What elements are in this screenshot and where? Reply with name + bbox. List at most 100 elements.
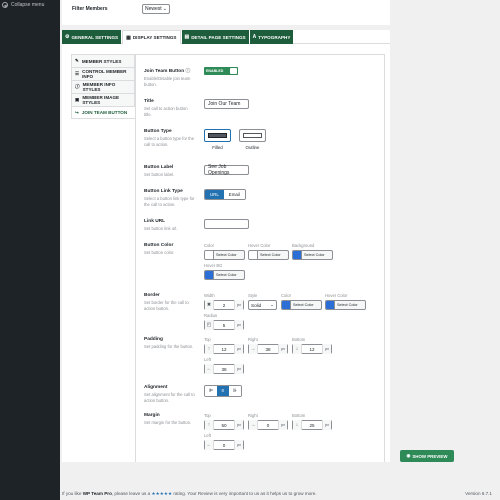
- unit: px: [234, 440, 243, 450]
- field-title: Margin: [144, 413, 160, 418]
- outline-preview: [239, 129, 266, 142]
- subnav-member-styles[interactable]: ✎ MEMBER STYLES: [71, 54, 135, 67]
- collapse-menu[interactable]: ◀ Collapse menu: [2, 2, 44, 8]
- sublabel: Top: [204, 413, 211, 418]
- border-radius-input[interactable]: ◰ 5 px: [204, 320, 244, 330]
- select-color-button[interactable]: Select Color: [281, 300, 322, 310]
- color-swatch: [326, 301, 335, 309]
- sublabel: Hover Color: [325, 293, 348, 298]
- join-team-settings: Join Team Button ⓘ Enable/Disable join t…: [135, 54, 385, 464]
- tab-detail-page-settings[interactable]: ▤ DETAIL PAGE SETTINGS: [181, 30, 249, 44]
- sublabel: Right: [248, 413, 258, 418]
- button-type-outline[interactable]: Outline: [239, 129, 266, 150]
- tab-label: DISPLAY SETTINGS: [132, 35, 177, 40]
- padding-right-input[interactable]: → 38 px: [248, 344, 288, 354]
- align-right-icon[interactable]: ⊪: [229, 386, 241, 396]
- subnav-join-team-button[interactable]: ↪ JOIN TEAM BUTTON: [71, 106, 135, 119]
- value: 0: [266, 422, 270, 428]
- link-type-url[interactable]: URL: [205, 190, 224, 199]
- subnav-control-member-info[interactable]: ☰ CONTROL MEMBER INFO: [71, 67, 135, 80]
- margin-top-input[interactable]: ↑ 50 px: [204, 420, 244, 430]
- field-title: Padding: [144, 337, 163, 342]
- sublabel: Left: [204, 433, 211, 438]
- rating-stars-link[interactable]: ★★★★★: [151, 491, 172, 496]
- tab-display-settings[interactable]: ▦ DISPLAY SETTINGS: [122, 30, 181, 44]
- unit: px: [322, 344, 331, 354]
- field-title-label: Title: [144, 99, 154, 104]
- footer-suffix: rating. Your Review is very important to…: [173, 491, 317, 496]
- select-color-button[interactable]: Select Color: [292, 250, 333, 260]
- border-width: Width ✖ 2 px: [204, 293, 245, 310]
- margin-right: Right → 0 px: [248, 413, 289, 430]
- sliders-icon: ☰: [75, 71, 80, 76]
- button-label-input[interactable]: See Job Openings: [204, 164, 249, 176]
- eye-icon: ◉: [406, 453, 411, 458]
- subnav-member-info-styles[interactable]: ⓘ MEMBER INFO STYLES: [71, 80, 135, 93]
- brush-icon: ✎: [75, 58, 79, 63]
- value: Solid: [251, 302, 262, 308]
- sublabel: Color: [281, 293, 292, 298]
- value: 12: [221, 346, 227, 352]
- title-input[interactable]: Join Our Team: [204, 99, 249, 109]
- color-swatch: [205, 271, 214, 279]
- toggle-label: ENABLED: [206, 69, 224, 73]
- field-desc: Set alignment for the call to action but…: [144, 392, 195, 403]
- color-picker-hover-bg: Hover BG Select Color: [204, 263, 245, 280]
- value: 2: [222, 302, 226, 308]
- value: 12: [309, 346, 315, 352]
- filter-members-select[interactable]: Newest ⌄: [142, 4, 170, 14]
- field-desc: Enable/Disable join team button.: [144, 76, 191, 87]
- filter-members-label: Filter Members: [72, 6, 108, 12]
- field-title: Button Color: [144, 243, 174, 248]
- padding-left-input[interactable]: ← 38 px: [204, 364, 244, 374]
- padding-top-input[interactable]: ↑ 12 px: [204, 344, 244, 354]
- unit: px: [322, 420, 331, 430]
- color-picker-color: Color Select Color: [204, 243, 245, 260]
- subnav-member-image-styles[interactable]: ▣ MEMBER IMAGE STYLES: [71, 93, 135, 106]
- margin-right-input[interactable]: → 0 px: [248, 420, 288, 430]
- link-url-input[interactable]: [204, 219, 249, 229]
- field-desc: Set button label.: [144, 172, 175, 177]
- link-type-email[interactable]: Email: [223, 190, 245, 199]
- value: 38: [221, 366, 227, 372]
- border-hover-color: Hover Color Select Color: [325, 293, 366, 310]
- border-color: Color Select Color: [281, 293, 322, 310]
- unit: px: [234, 344, 243, 354]
- margin-left-input[interactable]: ← 0 px: [204, 440, 244, 450]
- sublabel: Hover BG: [204, 263, 223, 268]
- margin-bottom-input[interactable]: ↓ 25 px: [292, 420, 332, 430]
- padding-bottom-input[interactable]: ↓ 12 px: [292, 344, 332, 354]
- value: 5: [222, 322, 226, 328]
- padding-left: Left ← 38 px: [204, 357, 374, 374]
- subnav-label: CONTROL MEMBER INFO: [82, 69, 127, 79]
- border-style-select[interactable]: Solid ⌄: [248, 300, 277, 310]
- padding-right: Right → 38 px: [248, 337, 289, 354]
- collapse-menu-label: Collapse menu: [11, 2, 45, 8]
- select-color-button[interactable]: Select Color: [248, 250, 289, 260]
- button-type-filled[interactable]: Filled: [204, 129, 231, 150]
- tab-typography[interactable]: A TYPOGRAPHY: [249, 30, 294, 44]
- margin-left: Left ← 0 px: [204, 433, 374, 450]
- subnav-label: JOIN TEAM BUTTON: [81, 110, 128, 115]
- arrow-left-icon: ←: [205, 364, 214, 374]
- help-icon[interactable]: ⓘ: [186, 69, 191, 74]
- margin-bottom: Bottom ↓ 25 px: [292, 413, 333, 430]
- sublabel: Radius: [204, 313, 218, 318]
- show-preview-button[interactable]: ◉ SHOW PREVIEW: [400, 450, 454, 462]
- filter-members-value: Newest: [145, 6, 162, 12]
- align-left-icon[interactable]: ⊫: [205, 386, 217, 396]
- select-color-label: Select Color: [260, 253, 281, 257]
- subnav-label: MEMBER INFO STYLES: [82, 82, 116, 92]
- show-preview-label: SHOW PREVIEW: [412, 453, 448, 459]
- subnav-label: MEMBER IMAGE STYLES: [82, 95, 120, 105]
- select-color-button[interactable]: Select Color: [204, 250, 245, 260]
- sublabel: Color: [204, 243, 215, 248]
- join-team-toggle[interactable]: ENABLED: [204, 67, 238, 75]
- border-width-input[interactable]: ✖ 2 px: [204, 300, 244, 310]
- select-color-button[interactable]: Select Color: [204, 270, 245, 280]
- align-center-icon[interactable]: ≡: [217, 386, 229, 396]
- arrow-up-icon: ↑: [205, 420, 214, 430]
- field-title: Button Label: [144, 165, 174, 170]
- tab-general-settings[interactable]: ⚙ GENERAL SETTINGS: [62, 30, 122, 44]
- select-color-button[interactable]: Select Color: [325, 300, 366, 310]
